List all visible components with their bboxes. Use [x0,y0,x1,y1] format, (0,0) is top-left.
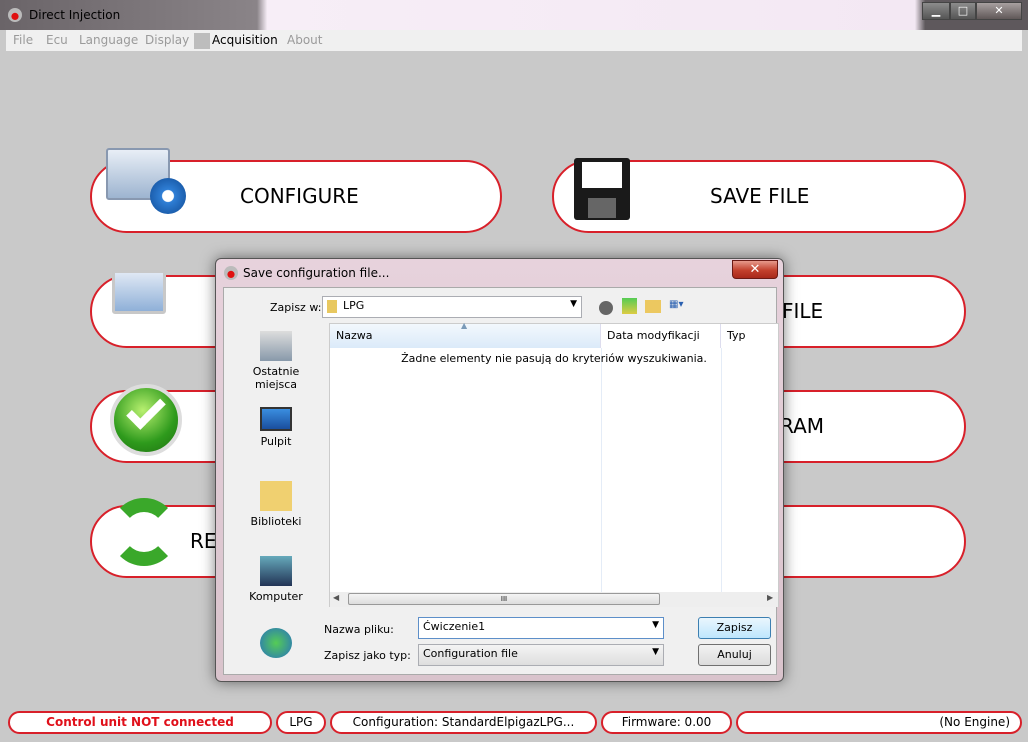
place-label: Biblioteki [250,515,302,528]
fuel-status: LPG [276,711,326,734]
filename-value: Ćwiczenie1 [423,620,486,633]
scroll-left-icon[interactable]: ◀ [333,593,339,602]
recent-places-icon [260,331,292,361]
chevron-down-icon[interactable]: ▼ [652,620,659,630]
save-in-label: Zapisz w: [270,301,322,314]
row3-right-label: RAM [780,414,825,438]
save-in-combo[interactable]: LPG ▼ [322,296,582,318]
title-bar: Direct Injection ▁ □ ✕ [0,0,1028,30]
new-folder-icon[interactable] [645,300,661,313]
filetype-select[interactable]: Configuration file ▼ [418,644,664,666]
refresh-icon [110,498,178,566]
connection-status: Control unit NOT connected [8,711,272,734]
configuration-status: Configuration: StandardElpigazLPG... [330,711,597,734]
menu-bar: File Ecu Language Display Acquisition Ab… [6,30,1022,51]
place-desktop[interactable]: Pulpit [230,407,322,448]
acquisition-icon [194,33,210,49]
horizontal-scrollbar[interactable]: ◀ III ▶ [330,592,778,607]
computer-icon [260,556,292,586]
menu-about[interactable]: About [287,33,322,47]
save-dialog: Save configuration file... ✕ Zapisz w: L… [215,258,784,682]
view-menu-icon[interactable]: ▦▾ [669,299,693,313]
cancel-button[interactable]: Anuluj [698,644,771,666]
floppy-disk-icon [574,158,630,220]
place-label: Komputer [249,590,303,603]
dialog-close-button[interactable]: ✕ [732,260,778,279]
column-date[interactable]: Data modyfikacji [601,324,721,348]
menu-display[interactable]: Display [145,33,189,47]
sort-ascending-icon: ▲ [461,321,468,330]
scroll-right-icon[interactable]: ▶ [767,593,773,602]
close-button[interactable]: ✕ [976,2,1022,20]
column-divider [721,348,722,592]
dialog-body: Zapisz w: LPG ▼ ▦▾ Ostatnie miejsca Pulpi… [223,287,779,675]
column-divider [601,348,602,592]
file-list[interactable]: Nazwa Data modyfikacji Typ ▲ Żadne eleme… [329,321,779,607]
save-in-value: LPG [343,299,365,312]
filetype-label: Zapisz jako typ: [324,649,411,662]
place-recent[interactable]: Ostatnie miejsca [230,331,322,391]
maximize-button[interactable]: □ [950,2,976,20]
row2-right-label: FILE [782,299,824,323]
save-button[interactable]: Zapisz [698,617,771,639]
row4-left-label: RE [190,529,217,553]
column-type[interactable]: Typ [721,324,778,348]
filetype-value: Configuration file [423,647,518,660]
chevron-down-icon: ▼ [652,647,659,657]
minimize-button[interactable]: ▁ [922,2,950,20]
empty-message: Żadne elementy nie pasują do kryteriów w… [401,352,707,365]
place-label: Pulpit [260,435,292,448]
menu-ecu[interactable]: Ecu [46,33,68,47]
places-bar: Ostatnie miejsca Pulpit Biblioteki Kompu… [230,323,322,663]
menu-language[interactable]: Language [79,33,138,47]
folder-icon [327,299,337,313]
gear-icon [150,178,186,214]
place-label: Ostatnie miejsca [252,365,300,391]
menu-file[interactable]: File [13,33,33,47]
dialog-app-icon [224,266,238,280]
libraries-icon [260,481,292,511]
network-icon [260,628,292,658]
menu-acquisition[interactable]: Acquisition [212,33,278,47]
engine-status: (No Engine) [736,711,1022,734]
up-folder-icon[interactable] [622,298,637,314]
back-icon[interactable] [599,301,613,315]
place-network[interactable] [230,628,322,662]
checkmark-icon [110,384,182,456]
monitor-icon [112,270,166,314]
save-file-label: SAVE FILE [710,184,810,208]
dialog-title: Save configuration file... [243,266,390,280]
firmware-status: Firmware: 0.00 [601,711,732,734]
chevron-down-icon: ▼ [570,299,577,309]
filename-input[interactable]: Ćwiczenie1 ▼ [418,617,664,639]
app-icon [8,8,22,22]
window-title: Direct Injection [29,8,121,22]
place-libraries[interactable]: Biblioteki [230,481,322,528]
filename-label: Nazwa pliku: [324,623,394,636]
desktop-icon [260,407,292,431]
place-computer[interactable]: Komputer [230,556,322,603]
configure-label: CONFIGURE [240,184,359,208]
scroll-thumb[interactable]: III [348,593,660,605]
